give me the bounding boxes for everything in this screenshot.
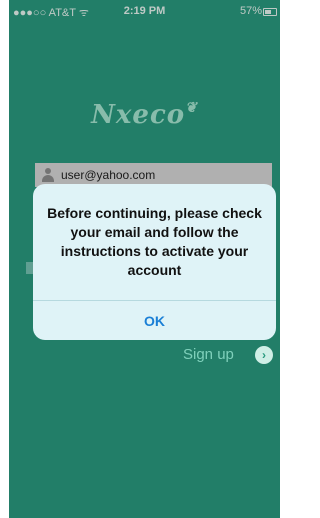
chevron-right-circle-icon[interactable]: ›: [255, 346, 273, 364]
ok-button[interactable]: OK: [33, 301, 276, 340]
signup-link[interactable]: Sign up: [183, 346, 234, 363]
alert-dialog: Before continuing, please check your ema…: [33, 184, 276, 340]
phone-screen: ●●●○○ AT&T ᯤ 2:19 PM 57% Nxeco❦ Sign up …: [9, 0, 280, 518]
alert-message: Before continuing, please check your ema…: [47, 205, 262, 278]
